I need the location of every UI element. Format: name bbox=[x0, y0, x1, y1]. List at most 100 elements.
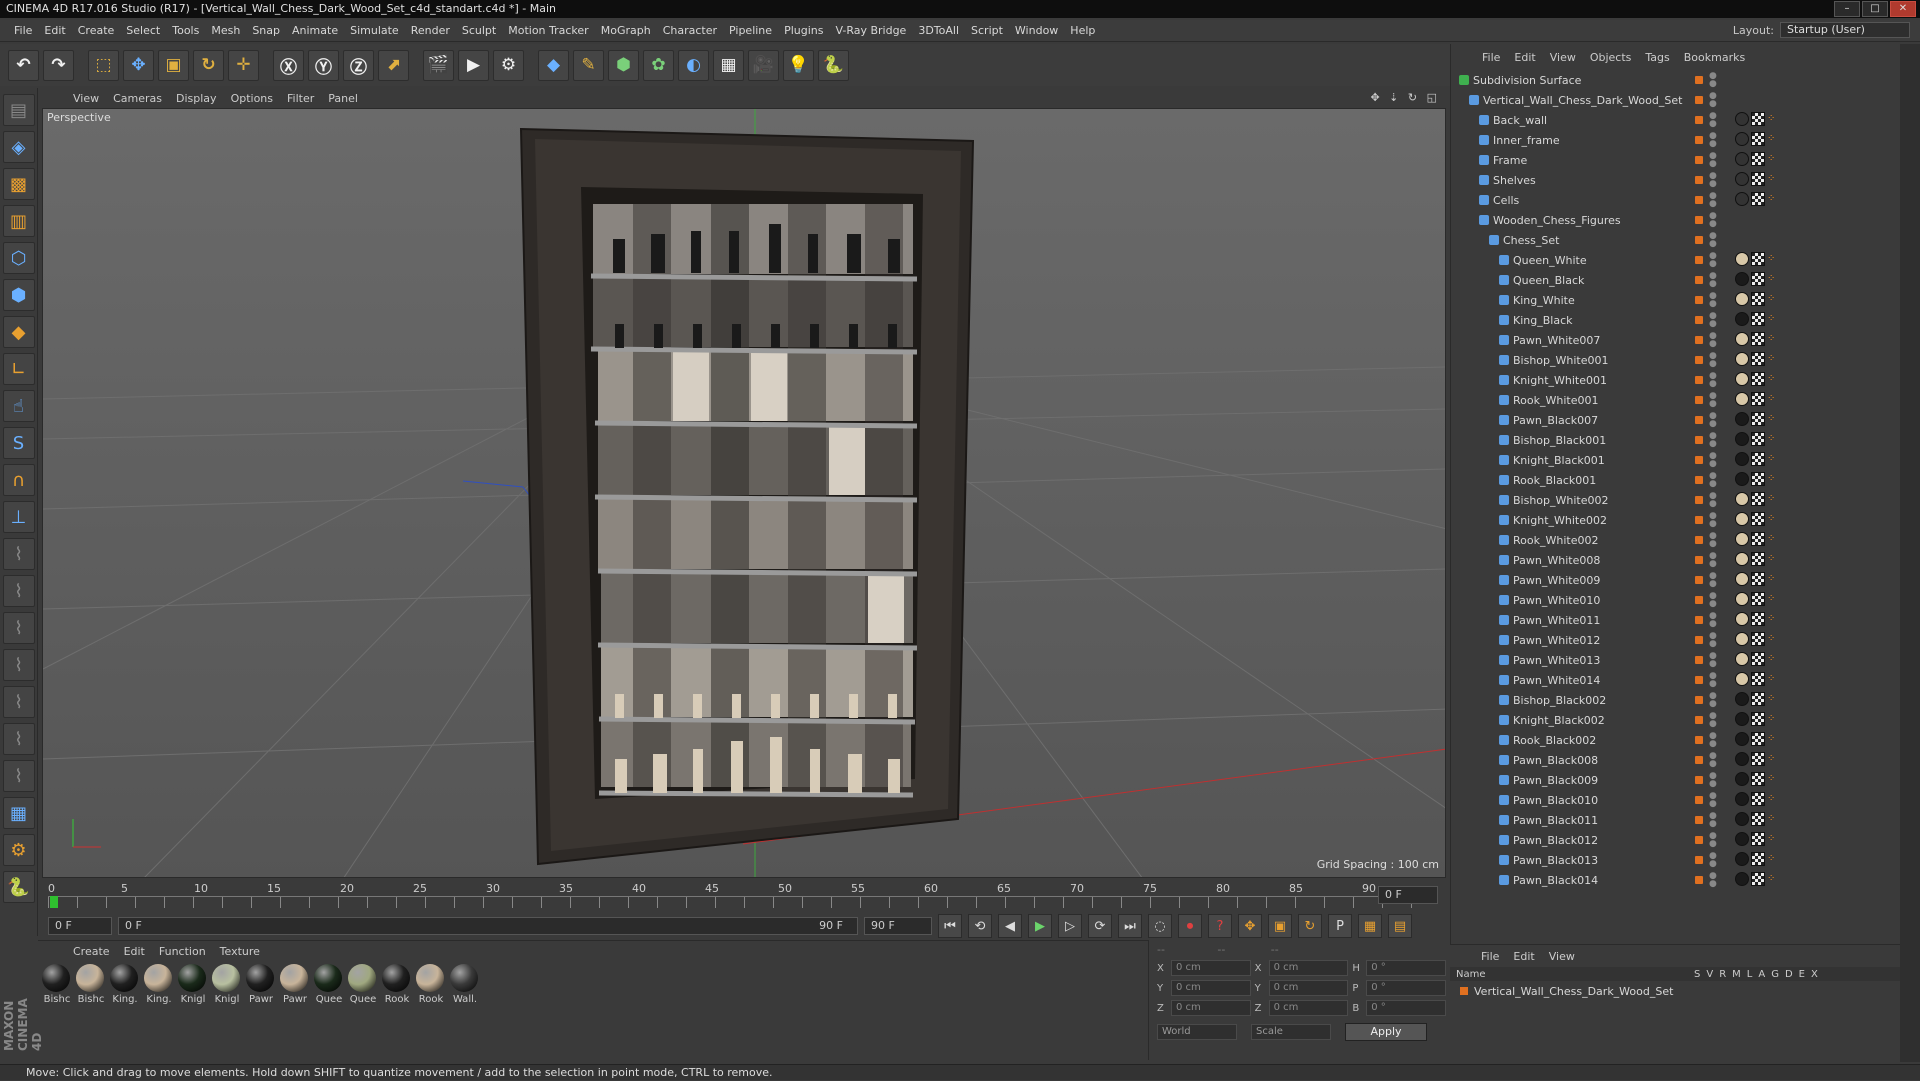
grid-snap-icon[interactable]: ▦ bbox=[2, 797, 35, 829]
object-row[interactable]: Pawn_White013 ● ● ⁘ bbox=[1451, 650, 1900, 670]
object-row[interactable]: Rook_White002 ● ● ⁘ bbox=[1451, 530, 1900, 550]
object-layer-color-icon[interactable] bbox=[1695, 636, 1703, 644]
edges-mode-icon[interactable]: ⬢ bbox=[2, 279, 35, 311]
visibility-dots-icon[interactable]: ● ● bbox=[1709, 272, 1717, 289]
playhead-marker[interactable] bbox=[50, 896, 58, 908]
material-tag-icon[interactable] bbox=[1735, 372, 1749, 386]
object-layer-color-icon[interactable] bbox=[1695, 416, 1703, 424]
rot-p-field[interactable]: 0 ° bbox=[1366, 980, 1446, 996]
object-row[interactable]: Vertical_Wall_Chess_Dark_Wood_Set ● ● bbox=[1451, 90, 1900, 110]
uvw-tag-icon[interactable]: ⁘ bbox=[1767, 632, 1777, 646]
visibility-dots-icon[interactable]: ● ● bbox=[1709, 332, 1717, 349]
layer-menu-view[interactable]: View bbox=[1542, 950, 1582, 963]
object-row[interactable]: Pawn_White014 ● ● ⁘ bbox=[1451, 670, 1900, 690]
visibility-dots-icon[interactable]: ● ● bbox=[1709, 152, 1717, 169]
texture-mode-icon[interactable]: ▩ bbox=[2, 168, 35, 200]
material-tag-icon[interactable] bbox=[1735, 152, 1749, 166]
visibility-dots-icon[interactable]: ● ● bbox=[1709, 852, 1717, 869]
texture-tag-icon[interactable] bbox=[1751, 692, 1765, 706]
visibility-dots-icon[interactable]: ● ● bbox=[1709, 412, 1717, 429]
uvw-tag-icon[interactable]: ⁘ bbox=[1767, 492, 1777, 506]
object-row[interactable]: Pawn_White011 ● ● ⁘ bbox=[1451, 610, 1900, 630]
visibility-dots-icon[interactable]: ● ● bbox=[1709, 232, 1717, 249]
uvw-tag-icon[interactable]: ⁘ bbox=[1767, 752, 1777, 766]
rot-b-field[interactable]: 0 ° bbox=[1366, 1000, 1446, 1016]
menu-animate[interactable]: Animate bbox=[286, 24, 344, 37]
object-layer-color-icon[interactable] bbox=[1695, 716, 1703, 724]
material-tag-icon[interactable] bbox=[1735, 692, 1749, 706]
start-frame-field[interactable]: 0 F bbox=[48, 917, 112, 935]
material-tag-icon[interactable] bbox=[1735, 732, 1749, 746]
material-tag-icon[interactable] bbox=[1735, 832, 1749, 846]
object-layer-color-icon[interactable] bbox=[1695, 176, 1703, 184]
layout-dropdown[interactable]: Startup (User) bbox=[1780, 22, 1910, 38]
snap-icon[interactable]: S bbox=[2, 427, 35, 459]
visibility-dots-icon[interactable]: ● ● bbox=[1709, 612, 1717, 629]
object-row[interactable]: Pawn_White007 ● ● ⁘ bbox=[1451, 330, 1900, 350]
viewport-menu-view[interactable]: View bbox=[66, 92, 106, 105]
material-tag-icon[interactable] bbox=[1735, 592, 1749, 606]
texture-tag-icon[interactable] bbox=[1751, 652, 1765, 666]
texture-tag-icon[interactable] bbox=[1751, 812, 1765, 826]
object-layer-color-icon[interactable] bbox=[1695, 576, 1703, 584]
visibility-dots-icon[interactable]: ● ● bbox=[1709, 172, 1717, 189]
prev-key-icon[interactable]: ⟲ bbox=[968, 914, 992, 938]
minimize-button[interactable]: – bbox=[1834, 1, 1860, 17]
menu-3dtoall[interactable]: 3DToAll bbox=[912, 24, 965, 37]
uvw-tag-icon[interactable]: ⁘ bbox=[1767, 852, 1777, 866]
material-swatch[interactable]: Knigl bbox=[178, 964, 208, 1005]
material-tag-icon[interactable] bbox=[1735, 672, 1749, 686]
motion-path-icon[interactable]: ◌ bbox=[1148, 914, 1172, 938]
object-row[interactable]: Chess_Set ● ● bbox=[1451, 230, 1900, 250]
material-swatch[interactable]: Rook bbox=[416, 964, 446, 1005]
render-view-icon[interactable]: 🎬 bbox=[423, 49, 454, 81]
object-layer-color-icon[interactable] bbox=[1695, 796, 1703, 804]
visibility-dots-icon[interactable]: ● ● bbox=[1709, 812, 1717, 829]
material-swatch[interactable]: Bishc bbox=[42, 964, 72, 1005]
side-tabs[interactable] bbox=[1900, 44, 1920, 1062]
workplane-lock-icon[interactable]: ⊥ bbox=[2, 501, 35, 533]
next-key-icon[interactable]: ⟳ bbox=[1088, 914, 1112, 938]
play-icon[interactable]: ▶ bbox=[1028, 914, 1052, 938]
uvw-tag-icon[interactable]: ⁘ bbox=[1767, 292, 1777, 306]
uvw-tag-icon[interactable]: ⁘ bbox=[1767, 432, 1777, 446]
menu-mograph[interactable]: MoGraph bbox=[595, 24, 657, 37]
uvw-tag-icon[interactable]: ⁘ bbox=[1767, 592, 1777, 606]
material-swatch[interactable]: King. bbox=[110, 964, 140, 1005]
material-tag-icon[interactable] bbox=[1735, 272, 1749, 286]
object-layer-color-icon[interactable] bbox=[1695, 356, 1703, 364]
menu-tools[interactable]: Tools bbox=[166, 24, 205, 37]
menu-mesh[interactable]: Mesh bbox=[205, 24, 246, 37]
viewport-perspective[interactable]: Perspective Grid Spacing : 100 cm bbox=[42, 108, 1446, 878]
texture-tag-icon[interactable] bbox=[1751, 192, 1765, 206]
viewport-menu-display[interactable]: Display bbox=[169, 92, 224, 105]
pos-z-field[interactable]: 0 cm bbox=[1170, 1000, 1251, 1016]
uvw-tag-icon[interactable]: ⁘ bbox=[1767, 832, 1777, 846]
texture-tag-icon[interactable] bbox=[1751, 772, 1765, 786]
material-swatch[interactable]: Bishc bbox=[76, 964, 106, 1005]
end-frame-field[interactable]: 90 F bbox=[864, 917, 932, 935]
material-tag-icon[interactable] bbox=[1735, 652, 1749, 666]
floor-icon[interactable]: ▦ bbox=[713, 49, 744, 81]
texture-tag-icon[interactable] bbox=[1751, 512, 1765, 526]
visibility-dots-icon[interactable]: ● ● bbox=[1709, 112, 1717, 129]
visibility-dots-icon[interactable]: ● ● bbox=[1709, 692, 1717, 709]
magnet-icon[interactable]: ∩ bbox=[2, 464, 35, 496]
texture-tag-icon[interactable] bbox=[1751, 852, 1765, 866]
z-axis-icon[interactable]: Ⓩ bbox=[343, 49, 374, 81]
world-dropdown[interactable]: World bbox=[1157, 1024, 1237, 1040]
key-scale-icon[interactable]: ▣ bbox=[1268, 914, 1292, 938]
texture-tag-icon[interactable] bbox=[1751, 132, 1765, 146]
object-row[interactable]: Knight_White002 ● ● ⁘ bbox=[1451, 510, 1900, 530]
object-layer-color-icon[interactable] bbox=[1695, 476, 1703, 484]
object-layer-color-icon[interactable] bbox=[1695, 436, 1703, 444]
uvw-tag-icon[interactable]: ⁘ bbox=[1767, 792, 1777, 806]
uvw-tag-icon[interactable]: ⁘ bbox=[1767, 532, 1777, 546]
material-tag-icon[interactable] bbox=[1735, 772, 1749, 786]
texture-tag-icon[interactable] bbox=[1751, 152, 1765, 166]
sculpt-pinch-icon[interactable]: ⌇ bbox=[2, 760, 35, 792]
object-menu-view[interactable]: View bbox=[1543, 51, 1583, 64]
visibility-dots-icon[interactable]: ● ● bbox=[1709, 452, 1717, 469]
uvw-tag-icon[interactable]: ⁘ bbox=[1767, 312, 1777, 326]
size-x-field[interactable]: 0 cm bbox=[1268, 960, 1349, 976]
